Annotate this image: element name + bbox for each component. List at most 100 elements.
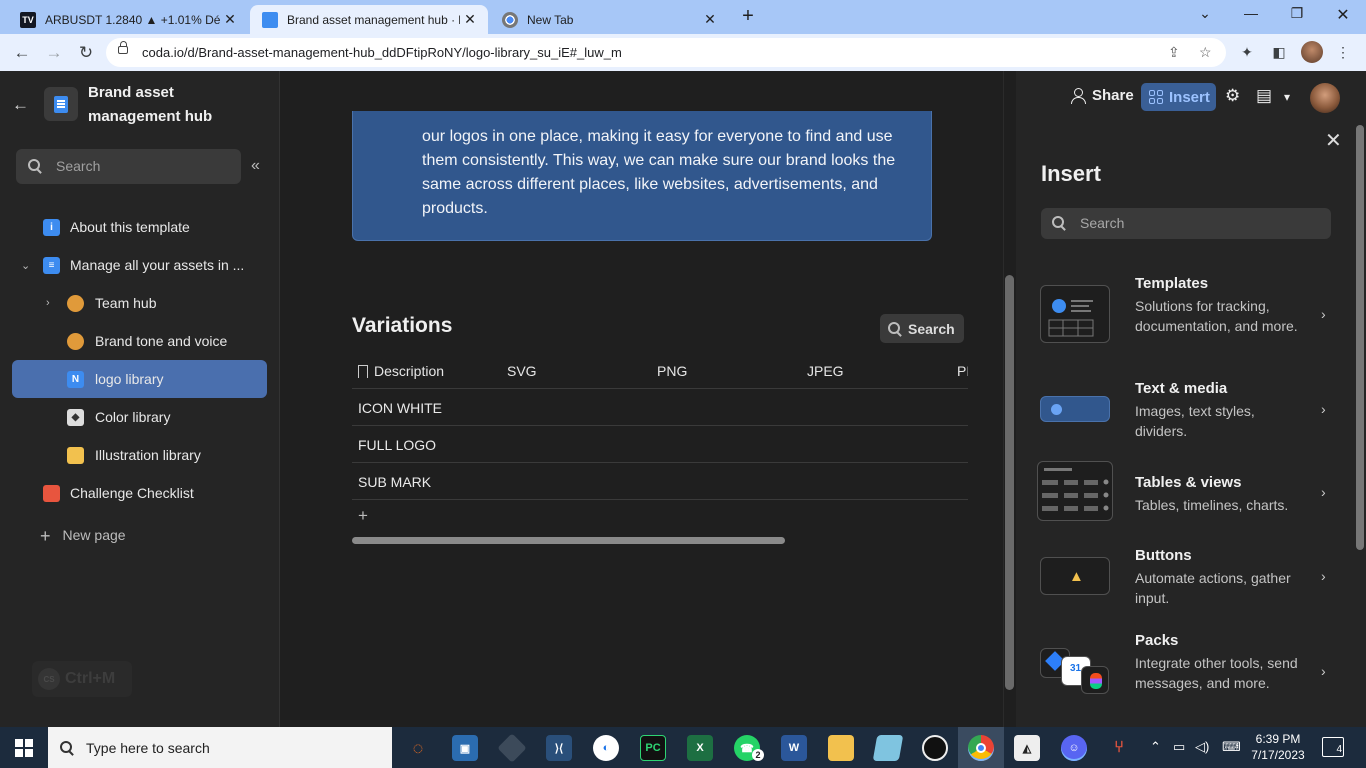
new-page-button[interactable]: + New page bbox=[40, 524, 126, 546]
section-title[interactable]: Variations bbox=[352, 314, 452, 338]
reload-icon[interactable]: ↻ bbox=[75, 42, 97, 64]
notification-icon[interactable]: 4 bbox=[1322, 737, 1344, 757]
close-tab-icon[interactable]: ✕ bbox=[700, 11, 720, 28]
sidebar-item-manage-assets[interactable]: ⌄ ≡ Manage all your assets in ... bbox=[12, 246, 267, 284]
volume-icon[interactable]: ◁) bbox=[1195, 739, 1209, 755]
sidebar-item-about[interactable]: i About this template bbox=[12, 208, 267, 246]
git-icon[interactable] bbox=[497, 733, 527, 763]
card-title-text-media[interactable]: Text & media bbox=[1135, 380, 1227, 397]
sidebar-item-brand-tone[interactable]: Brand tone and voice bbox=[12, 322, 267, 360]
column-header-description[interactable]: Description bbox=[358, 363, 444, 379]
card-title-tables-views[interactable]: Tables & views bbox=[1135, 474, 1241, 491]
table-row[interactable]: ICON WHITE bbox=[352, 389, 968, 426]
card-title-templates[interactable]: Templates bbox=[1135, 275, 1208, 292]
forward-icon[interactable]: → bbox=[43, 42, 65, 64]
card-title-packs[interactable]: Packs bbox=[1135, 632, 1178, 649]
chevron-down-icon[interactable]: ▾ bbox=[1284, 90, 1290, 104]
column-header-png[interactable]: PNG bbox=[657, 363, 687, 379]
table-row[interactable]: SUB MARK bbox=[352, 463, 968, 500]
insert-button[interactable]: Insert bbox=[1141, 83, 1216, 111]
windows-start-icon[interactable] bbox=[15, 739, 33, 757]
keyboard-icon[interactable]: ⌨ bbox=[1222, 739, 1241, 755]
extensions-icon[interactable]: ✦ bbox=[1238, 43, 1256, 61]
bookmark-star-icon[interactable]: ☆ bbox=[1199, 44, 1212, 61]
chevron-right-icon[interactable]: › bbox=[1321, 484, 1326, 500]
close-icon[interactable]: ✕ bbox=[1325, 128, 1342, 153]
panel-search-input[interactable]: Search bbox=[1041, 208, 1331, 239]
avatar[interactable] bbox=[1310, 83, 1340, 113]
column-header-jpeg[interactable]: JPEG bbox=[807, 363, 844, 379]
tradingview-icon: TV bbox=[20, 11, 36, 28]
discord-icon[interactable]: ☺ bbox=[1061, 735, 1087, 761]
column-header-pdf[interactable]: PI bbox=[957, 363, 968, 379]
card-title-buttons[interactable]: Buttons bbox=[1135, 547, 1192, 564]
brave-lion-icon[interactable]: ◭ bbox=[1014, 735, 1040, 761]
chevron-down-icon[interactable]: ⌄ bbox=[21, 259, 30, 272]
battery-icon[interactable]: ▭ bbox=[1173, 739, 1185, 755]
maximize-button[interactable]: ❐ bbox=[1282, 5, 1312, 27]
add-row-button[interactable]: + bbox=[358, 506, 368, 526]
canvas-scrollbar[interactable] bbox=[1005, 275, 1014, 690]
table-search-button[interactable]: Search bbox=[880, 314, 964, 343]
profile-avatar[interactable] bbox=[1301, 41, 1323, 63]
new-tab-button[interactable]: + bbox=[738, 6, 758, 26]
minimize-button[interactable]: — bbox=[1236, 5, 1266, 27]
share-page-icon[interactable]: ⇪ bbox=[1168, 44, 1180, 61]
side-panel-icon[interactable]: ◧ bbox=[1270, 43, 1288, 61]
tab-new-tab[interactable]: New Tab ✕ bbox=[490, 5, 728, 34]
excel-icon[interactable]: X bbox=[687, 735, 713, 761]
chevron-right-icon[interactable]: › bbox=[1321, 401, 1326, 417]
close-tab-icon[interactable]: ✕ bbox=[460, 11, 480, 28]
taskbar-search-input[interactable]: Type here to search bbox=[48, 727, 392, 768]
chrome-icon[interactable] bbox=[968, 735, 994, 761]
share-button[interactable]: Share bbox=[1070, 87, 1134, 104]
panel-scrollbar[interactable] bbox=[1356, 125, 1364, 550]
jupyter-icon[interactable]: ◌ bbox=[405, 735, 431, 761]
pycharm-icon[interactable]: PC bbox=[640, 735, 666, 761]
callout-text[interactable]: our logos in one place, making it easy f… bbox=[422, 125, 902, 221]
shortcut-text: Ctrl+M bbox=[65, 670, 116, 687]
system-clock[interactable]: 6:39 PM 7/17/2023 bbox=[1248, 731, 1308, 763]
file-explorer-icon[interactable] bbox=[828, 735, 854, 761]
chevron-up-icon[interactable]: ⌃ bbox=[1150, 739, 1161, 755]
close-tab-icon[interactable]: ✕ bbox=[220, 11, 240, 28]
table-horizontal-scrollbar[interactable] bbox=[352, 537, 785, 544]
browser-toolbar: ← → ↻ coda.io/d/Brand-asset-management-h… bbox=[0, 34, 1366, 71]
sidebar-item-logo-library[interactable]: N logo library bbox=[12, 360, 267, 398]
more-menu-icon[interactable]: ⋮ bbox=[1334, 43, 1352, 61]
clock-app-icon[interactable] bbox=[922, 735, 948, 761]
chevron-right-icon[interactable]: › bbox=[1321, 306, 1326, 322]
whatsapp-icon[interactable]: ☎ 2 bbox=[734, 735, 764, 761]
sidebar-item-challenge-checklist[interactable]: Challenge Checklist bbox=[12, 474, 267, 512]
chevron-right-icon[interactable]: › bbox=[1321, 663, 1326, 679]
vscode-icon[interactable]: ⟩⟨ bbox=[546, 735, 572, 761]
collapse-sidebar-icon[interactable]: « bbox=[251, 157, 260, 175]
gear-icon[interactable]: ⚙ bbox=[1225, 86, 1240, 106]
sidebar-item-illustration-library[interactable]: Illustration library bbox=[12, 436, 267, 474]
back-icon[interactable]: ← bbox=[11, 42, 33, 64]
column-header-svg[interactable]: SVG bbox=[507, 363, 537, 379]
git-client-icon[interactable]: ⑂ bbox=[1106, 735, 1132, 761]
close-window-button[interactable]: ✕ bbox=[1328, 5, 1358, 27]
search-placeholder: Search bbox=[56, 158, 101, 174]
comments-icon[interactable]: ▤ bbox=[1256, 86, 1272, 106]
sidebar-item-color-library[interactable]: ◆ Color library bbox=[12, 398, 267, 436]
back-arrow-icon[interactable]: ← bbox=[12, 95, 29, 115]
chevron-right-icon[interactable]: › bbox=[1321, 568, 1326, 584]
sidebar-item-team-hub[interactable]: › Team hub bbox=[12, 284, 267, 322]
tab-coda[interactable]: Brand asset management hub · lc ✕ bbox=[250, 5, 488, 34]
address-bar[interactable]: coda.io/d/Brand-asset-management-hub_ddD… bbox=[106, 38, 1226, 67]
edge-icon[interactable]: ◐ bbox=[593, 735, 619, 761]
chevron-right-icon[interactable]: › bbox=[46, 297, 50, 309]
word-icon[interactable]: W bbox=[781, 735, 807, 761]
sidebar-search-input[interactable]: Search bbox=[16, 149, 241, 184]
doc-title[interactable]: Brand asset management hub bbox=[88, 81, 268, 129]
new-page-label: New page bbox=[62, 527, 126, 543]
tab-search-icon[interactable]: ⌄ bbox=[1190, 5, 1220, 27]
table-row[interactable]: FULL LOGO bbox=[352, 426, 968, 463]
lock-icon[interactable] bbox=[118, 41, 128, 54]
sidebar-item-label: Challenge Checklist bbox=[70, 485, 194, 501]
photos-icon[interactable]: ▣ bbox=[452, 735, 478, 761]
tab-tradingview[interactable]: TV ARBUSDT 1.2840 ▲ +1.01% Délc ✕ bbox=[8, 5, 248, 34]
notepad-icon[interactable] bbox=[872, 735, 904, 761]
